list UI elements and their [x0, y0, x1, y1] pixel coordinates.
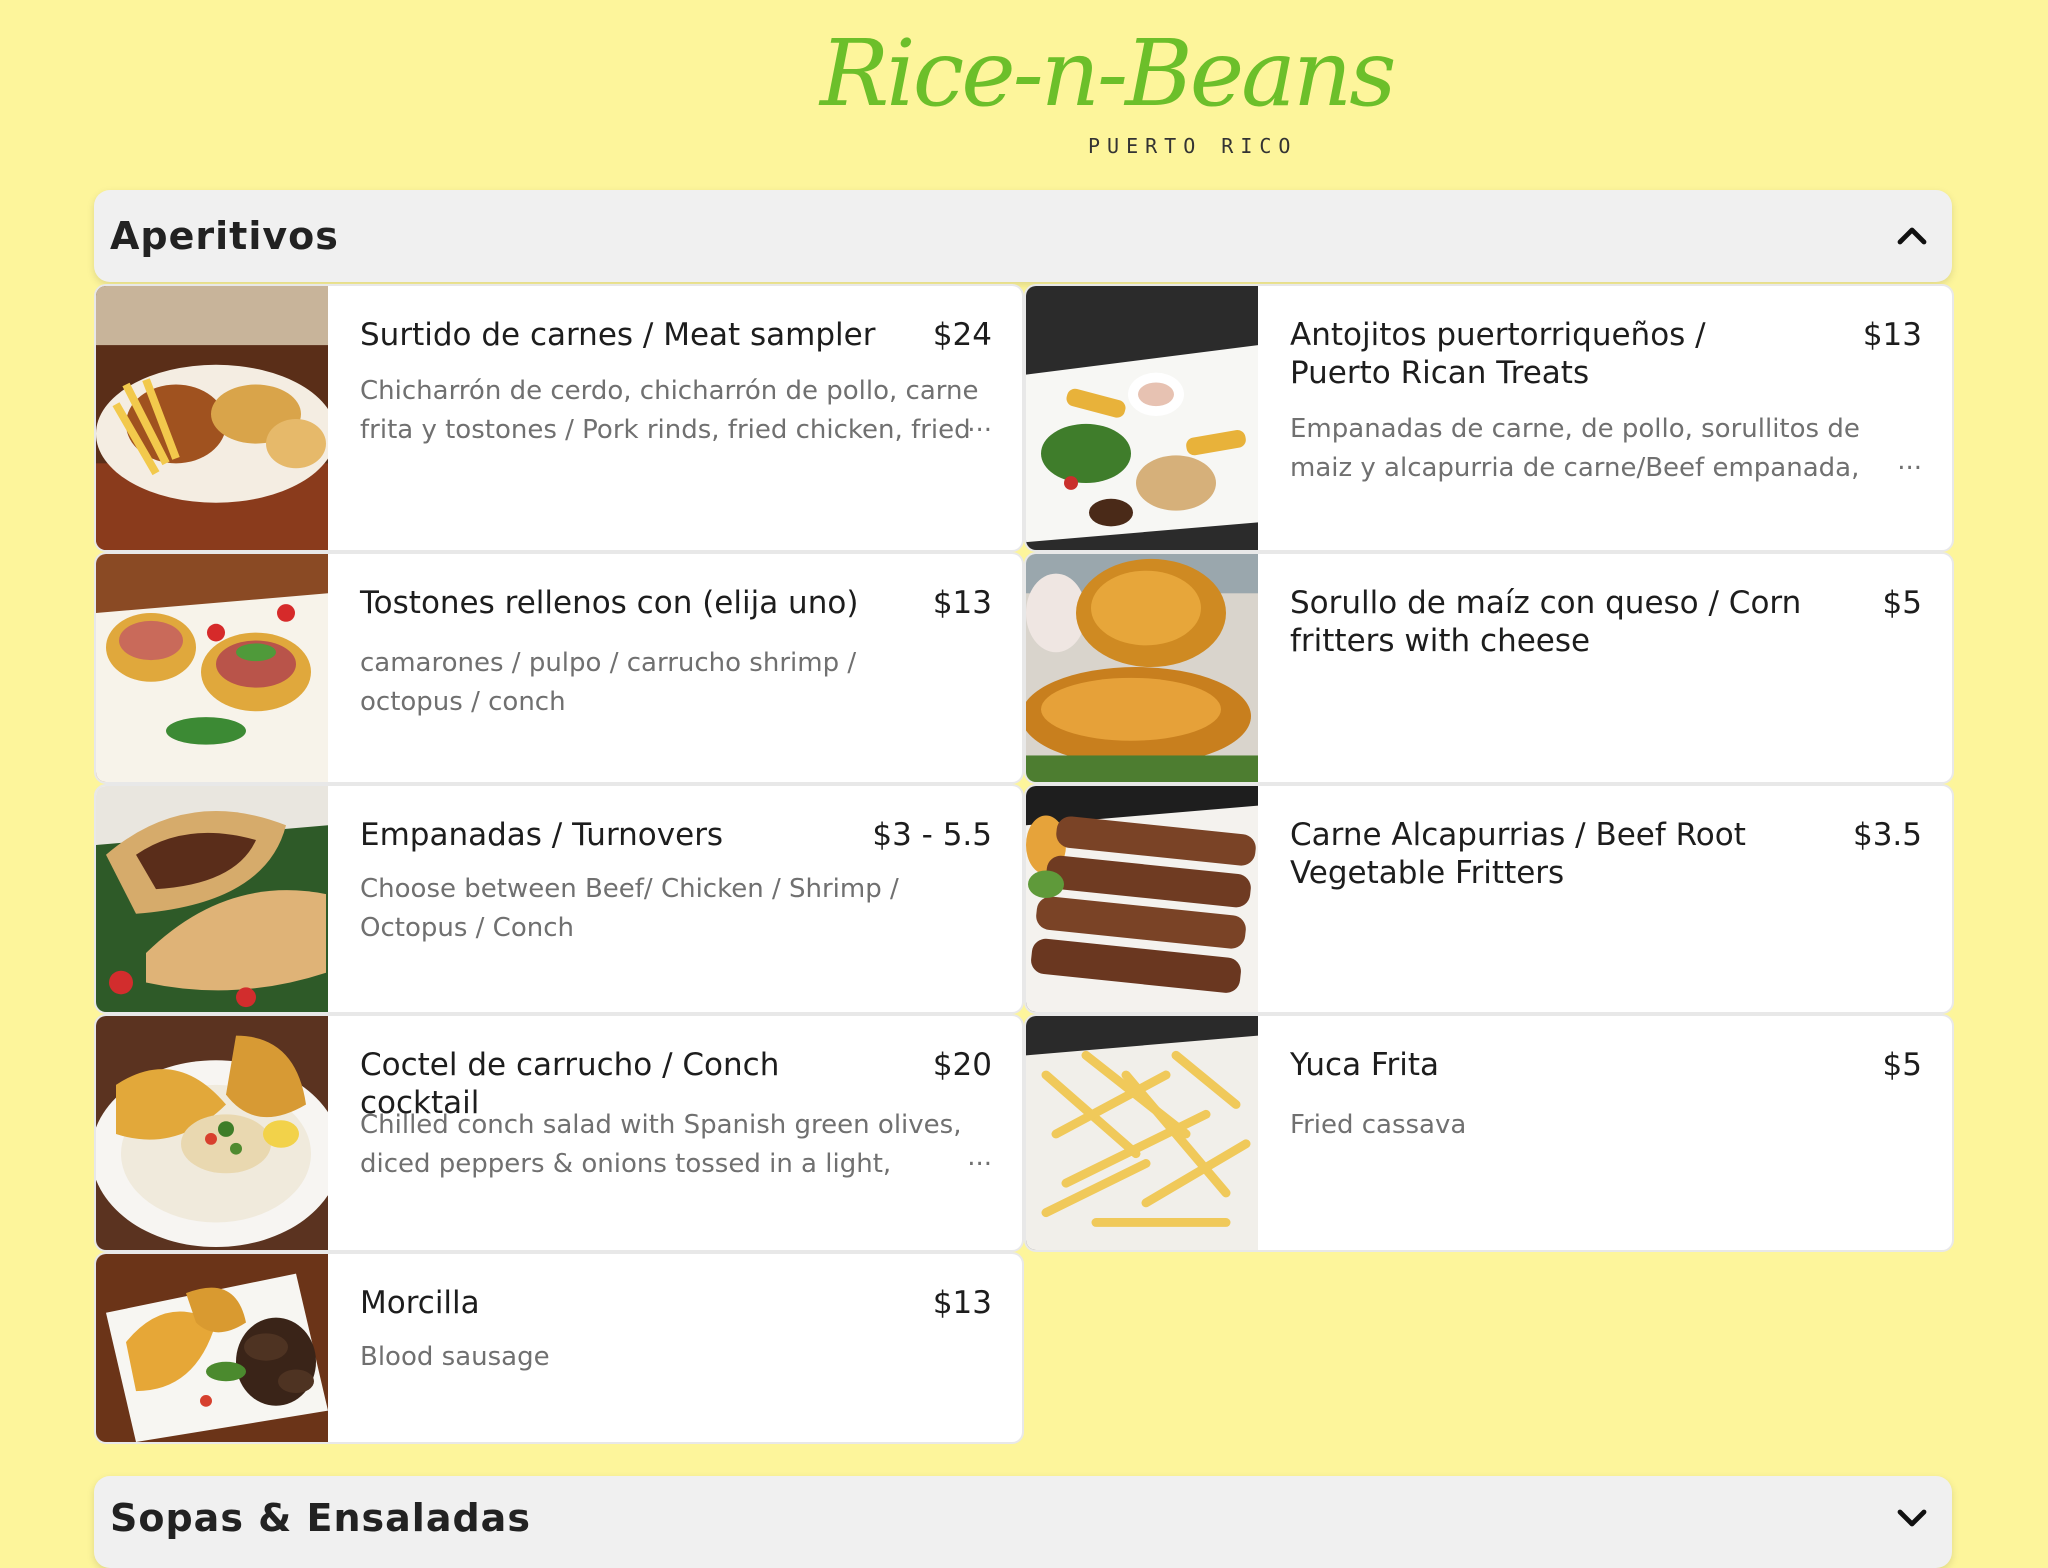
section-header-sopas-ensaladas[interactable]: Sopas & Ensaladas — [94, 1476, 1952, 1568]
food-photo — [96, 286, 328, 550]
section-title: Sopas & Ensaladas — [110, 1496, 531, 1540]
food-photo — [1026, 286, 1258, 550]
item-price: $13 — [932, 1285, 992, 1321]
item-name: Morcilla — [360, 1285, 480, 1321]
menu-item-card[interactable]: Surtido de carnes / Meat sampler $24 Chi… — [94, 284, 1024, 552]
item-description: Chicharrón de cerdo, chicharrón de pollo… — [360, 376, 979, 445]
item-description: Choose between Beef/ Chicken / Shrimp / … — [360, 874, 899, 943]
restaurant-logo: Rice-n-Beans PUERTO RICO — [820, 22, 1396, 162]
food-photo — [96, 786, 328, 1012]
chevron-up-icon — [1897, 227, 1927, 245]
menu-item-card[interactable]: Carne Alcapurrias / Beef Root Vegetable … — [1024, 784, 1954, 1014]
item-price: $13 — [932, 585, 992, 621]
item-price: $3 - 5.5 — [872, 817, 992, 853]
food-photo — [96, 1254, 328, 1442]
item-description: Fried cassava — [1290, 1110, 1467, 1140]
item-description: Chilled conch salad with Spanish green o… — [360, 1110, 962, 1179]
menu-item-card[interactable]: Coctel de carrucho / Conch cocktail $20 … — [94, 1014, 1024, 1252]
item-price: $5 — [1882, 1047, 1922, 1083]
menu-item-card[interactable]: Tostones rellenos con (elija uno) $13 ca… — [94, 552, 1024, 784]
menu-item-card[interactable]: Antojitos puertorriqueños / Puerto Rican… — [1024, 284, 1954, 552]
item-description: Empanadas de carne, de pollo, sorullitos… — [1290, 414, 1860, 483]
more-ellipsis[interactable]: ... — [967, 408, 992, 438]
food-photo — [1026, 1016, 1258, 1250]
more-ellipsis[interactable]: ... — [1897, 446, 1922, 476]
section-title: Aperitivos — [110, 214, 339, 258]
menu-item-card[interactable]: Empanadas / Turnovers $3 - 5.5 Choose be… — [94, 784, 1024, 1014]
logo-wordmark: Rice-n-Beans — [820, 20, 1396, 127]
item-name: Sorullo de maíz con queso / Corn fritter… — [1290, 585, 1802, 659]
more-ellipsis[interactable]: ... — [967, 1142, 992, 1172]
item-description: Blood sausage — [360, 1342, 550, 1372]
item-description: camarones / pulpo / carrucho shrimp / oc… — [360, 648, 857, 717]
menu-item-card[interactable]: Sorullo de maíz con queso / Corn fritter… — [1024, 552, 1954, 784]
chevron-down-icon — [1897, 1509, 1927, 1527]
food-photo — [96, 554, 328, 782]
item-price: $13 — [1862, 317, 1922, 353]
item-name: Antojitos puertorriqueños / Puerto Rican… — [1290, 317, 1706, 391]
item-name: Empanadas / Turnovers — [360, 817, 724, 853]
food-photo — [96, 1016, 328, 1250]
food-photo — [1026, 554, 1258, 782]
menu-item-card[interactable]: Morcilla $13 Blood sausage — [94, 1252, 1024, 1444]
food-photo — [1026, 786, 1258, 1012]
item-name: Carne Alcapurrias / Beef Root Vegetable … — [1290, 817, 1746, 891]
section-header-aperitivos[interactable]: Aperitivos — [94, 190, 1952, 282]
item-price: $24 — [932, 317, 992, 353]
menu-item-card[interactable]: Yuca Frita $5 Fried cassava — [1024, 1014, 1954, 1252]
item-price: $5 — [1882, 585, 1922, 621]
item-price: $3.5 — [1852, 817, 1922, 853]
item-name: Yuca Frita — [1290, 1047, 1440, 1083]
item-name: Surtido de carnes / Meat sampler — [360, 317, 876, 353]
logo-subtitle: PUERTO RICO — [1088, 134, 1298, 158]
item-price: $20 — [932, 1047, 992, 1083]
item-name: Tostones rellenos con (elija uno) — [360, 585, 859, 621]
